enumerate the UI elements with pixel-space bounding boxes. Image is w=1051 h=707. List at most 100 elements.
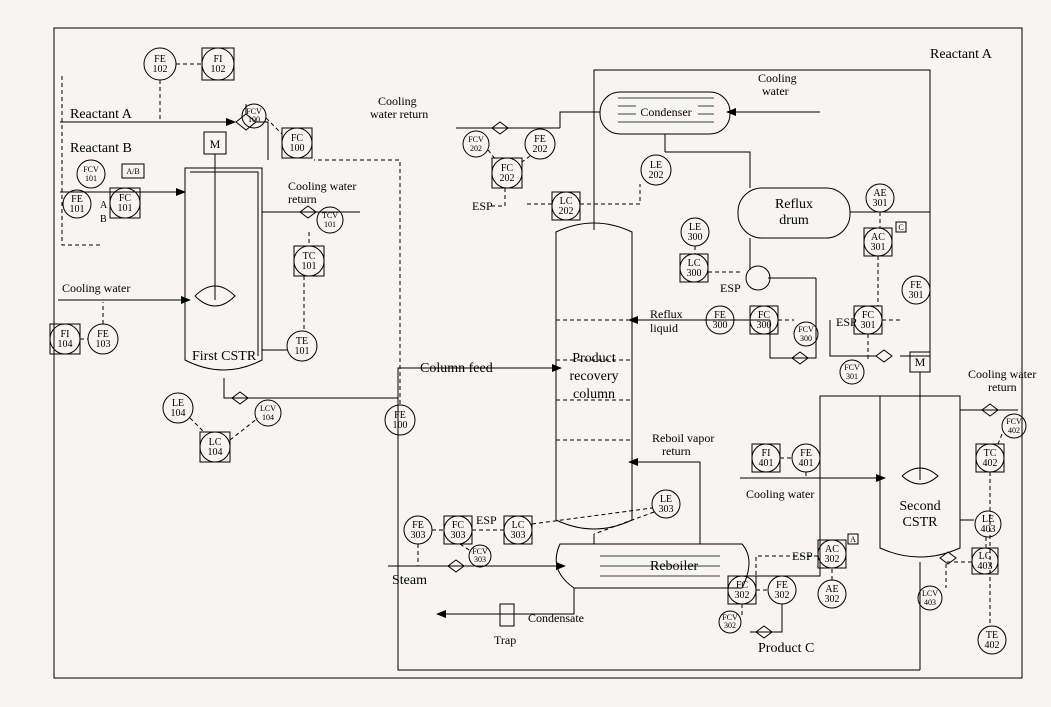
label-ab: A/B [126,167,139,176]
svg-text:A: A [850,535,856,544]
svg-text:100: 100 [248,115,260,124]
instrument-LE-104: LE 104 [163,393,193,423]
instrument-AE-301: AE 301 [866,184,894,212]
svg-text:104: 104 [58,339,73,350]
instrument-FE-103: FE 103 [88,324,118,354]
svg-text:202: 202 [470,144,482,153]
instrument-LE-403: LE 403 [975,511,1001,537]
instrument-FE-301: FE 301 [902,276,930,304]
label-reactant-a-top: Reactant A [930,47,993,62]
label-product-c: Product C [758,641,814,656]
svg-text:300: 300 [800,334,812,343]
instrument-LC-202: LC 202 [552,192,580,220]
svg-text:302: 302 [825,554,840,565]
label-reflux-liquid: Reflux [650,307,683,321]
instrument-FE-303: FE 303 [404,516,432,544]
svg-text:301: 301 [909,290,924,301]
svg-text:303: 303 [451,530,466,541]
instrument-AE-302: AE 302 [818,580,846,608]
instrument-FCV-101: FCV 101 [77,160,105,188]
svg-text:301: 301 [846,372,858,381]
svg-text:100: 100 [393,420,408,431]
svg-text:101: 101 [295,346,310,357]
instrument-LC-403: LC 403 [972,548,998,574]
svg-text:FCV: FCV [468,135,484,144]
svg-text:M: M [210,137,221,151]
label-reactant-b: Reactant B [70,141,132,156]
svg-text:102: 102 [153,64,168,75]
svg-text:402: 402 [1008,426,1020,435]
svg-text:TCV: TCV [322,211,338,220]
svg-text:403: 403 [981,524,996,535]
svg-text:303: 303 [511,530,526,541]
instrument-TE-101: TE 101 [287,331,317,361]
instrument-LE-202: LE 202 [641,155,671,185]
instrument-FC-101: FC 101 [110,188,140,218]
label-reboiler: Reboiler [650,559,699,574]
trap-icon [500,604,514,626]
svg-text:100: 100 [290,143,305,154]
instrument-LC-303: LC 303 [504,516,532,544]
svg-text:302: 302 [724,621,736,630]
svg-text:LCV: LCV [260,404,276,413]
instrument-FC-100: FC 100 [282,128,312,158]
svg-text:302: 302 [735,590,750,601]
instrument-LE-303: LE 303 [652,490,680,518]
svg-text:104: 104 [171,408,186,419]
label-b: B [100,214,107,225]
label-reboil-vapor: Reboil vapor [652,431,714,445]
svg-text:FCV: FCV [798,325,814,334]
svg-text:101: 101 [70,204,85,215]
svg-text:300: 300 [688,232,703,243]
svg-text:101: 101 [118,203,133,214]
label-first-cstr: First CSTR [192,349,257,364]
svg-text:401: 401 [799,458,814,469]
instrument-LC-300: LC 300 [680,254,708,282]
instrument-FCV-301: FCV 301 [840,360,864,384]
label-reflux-drum: Reflux [775,197,813,212]
instrument-TC-101: TC 101 [294,246,324,276]
svg-text:302: 302 [825,594,840,605]
label-c: C [898,223,903,232]
svg-text:LCV: LCV [922,589,938,598]
label-esp-4: ESP [476,513,497,527]
instrument-FCV-302: FCV 302 [719,611,741,633]
svg-text:303: 303 [659,504,674,515]
label-cw-return-1: Cooling water [288,179,356,193]
instrument-FCV-202: FCV 202 [463,131,489,157]
instrument-AC-302: AC 302 [818,540,846,568]
svg-text:104: 104 [208,447,223,458]
instrument-TCV-101: TCV 101 [317,207,343,233]
svg-text:FCV: FCV [844,363,860,372]
instrument-TC-402: TC 402 [976,444,1004,472]
label-column-1: Product [572,351,616,366]
instrument-FI-102: FI 102 [202,48,234,80]
instrument-FC-302: FC 302 [728,576,756,604]
label-condenser: Condenser [640,105,691,119]
instrument-FC-303: FC 303 [444,516,472,544]
svg-text:202: 202 [533,144,548,155]
svg-text:column: column [573,387,615,402]
svg-text:403: 403 [978,561,993,572]
svg-text:300: 300 [757,320,772,331]
pid-diagram: Reactant A Reactant A Reactant B FE 102 … [0,0,1051,707]
svg-text:101: 101 [324,220,336,229]
instrument-FCV-300: FCV 300 [794,322,818,346]
svg-text:101: 101 [302,261,317,272]
svg-text:water return: water return [370,107,428,121]
valve-fcv-301 [876,350,892,362]
svg-text:402: 402 [985,640,1000,651]
instrument-LCV-104: LCV 104 [255,400,281,426]
label-cooling-water-3: Cooling water [746,487,814,501]
instrument-FE-102: FE 102 [144,48,176,80]
instrument-FC-202: FC 202 [492,158,522,188]
svg-text:liquid: liquid [650,321,678,335]
label-esp-3: ESP [836,315,857,329]
svg-text:401: 401 [759,458,774,469]
svg-text:402: 402 [983,458,998,469]
svg-text:202: 202 [649,170,664,181]
svg-text:403: 403 [924,598,936,607]
instrument-FE-302: FE 302 [768,576,796,604]
svg-text:CSTR: CSTR [902,515,938,530]
svg-text:return: return [288,192,317,206]
